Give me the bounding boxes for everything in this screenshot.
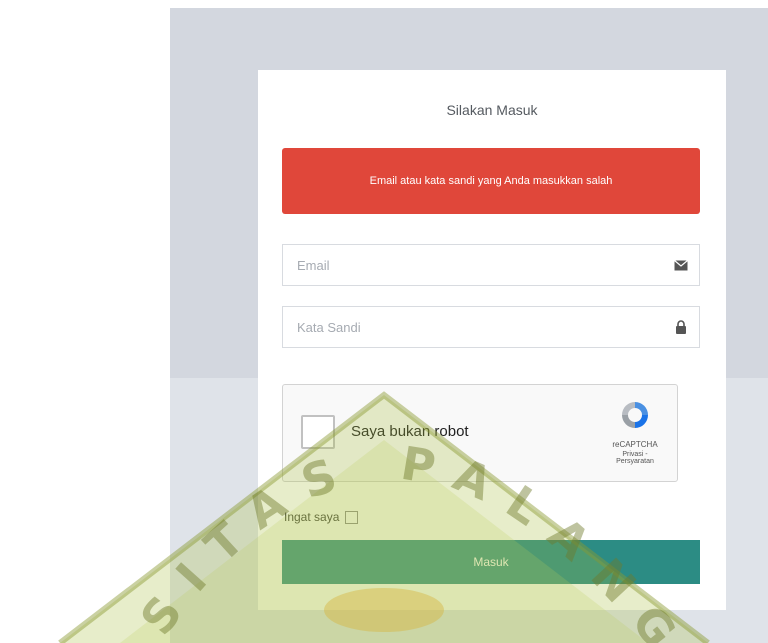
- recaptcha-logo-icon: [622, 402, 648, 428]
- login-card: Silakan Masuk Email atau kata sandi yang…: [258, 70, 726, 610]
- remember-me[interactable]: Ingat saya: [284, 510, 359, 524]
- login-title: Silakan Masuk: [446, 102, 538, 118]
- recaptcha-checkbox[interactable]: [301, 415, 335, 449]
- password-input[interactable]: [283, 307, 663, 347]
- lock-icon: [663, 320, 699, 334]
- error-message: Email atau kata sandi yang Anda masukkan…: [369, 175, 613, 187]
- recaptcha-links[interactable]: Privasi - Persyaratan: [605, 451, 665, 465]
- recaptcha-logo: reCAPTCHA Privasi - Persyaratan: [605, 399, 665, 465]
- recaptcha-label: Saya bukan robot: [351, 423, 469, 440]
- submit-button[interactable]: Masuk: [282, 540, 700, 584]
- email-input[interactable]: [283, 245, 663, 285]
- password-field-wrapper: [282, 306, 700, 348]
- remember-checkbox[interactable]: [345, 510, 359, 524]
- envelope-icon: [663, 259, 699, 271]
- recaptcha-brand: reCAPTCHA: [612, 440, 658, 449]
- error-alert: Email atau kata sandi yang Anda masukkan…: [282, 148, 700, 214]
- email-field-wrapper: [282, 244, 700, 286]
- remember-label: Ingat saya: [284, 510, 340, 524]
- recaptcha-widget: Saya bukan robot reCAPTCHA Privasi - Per…: [282, 384, 678, 482]
